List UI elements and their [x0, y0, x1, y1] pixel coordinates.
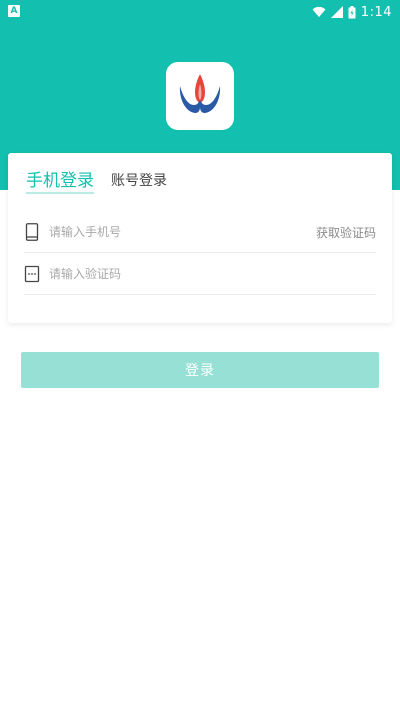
code-field-row [24, 253, 376, 295]
login-card: 手机登录 账号登录 获取验证码 [8, 153, 392, 323]
phone-input[interactable] [49, 221, 289, 243]
status-right-group: 1:14 [312, 3, 392, 21]
status-bar: A 1:14 [0, 0, 400, 24]
signal-icon [330, 6, 343, 18]
app-logo-icon [179, 74, 221, 114]
verification-code-input[interactable] [49, 263, 289, 285]
tab-active-underline [26, 192, 94, 194]
get-code-button[interactable]: 获取验证码 [316, 224, 376, 241]
tab-phone-login[interactable]: 手机登录 [26, 166, 94, 191]
login-tabs: 手机登录 账号登录 [8, 153, 392, 201]
login-button[interactable]: 登录 [21, 352, 379, 388]
battery-icon [348, 5, 356, 18]
tab-account-login[interactable]: 账号登录 [111, 170, 167, 190]
phone-icon [25, 223, 39, 241]
wifi-icon [312, 6, 326, 17]
app-logo [166, 62, 234, 130]
phone-field-row: 获取验证码 [24, 211, 376, 253]
status-time: 1:14 [360, 4, 392, 20]
login-screen: A 1:14 手机登录 账号登录 请输入手机号 获取验证码 请输入验证码 登录 [0, 0, 400, 709]
verification-code-icon [24, 265, 40, 283]
notification-a-icon: A [8, 5, 20, 17]
